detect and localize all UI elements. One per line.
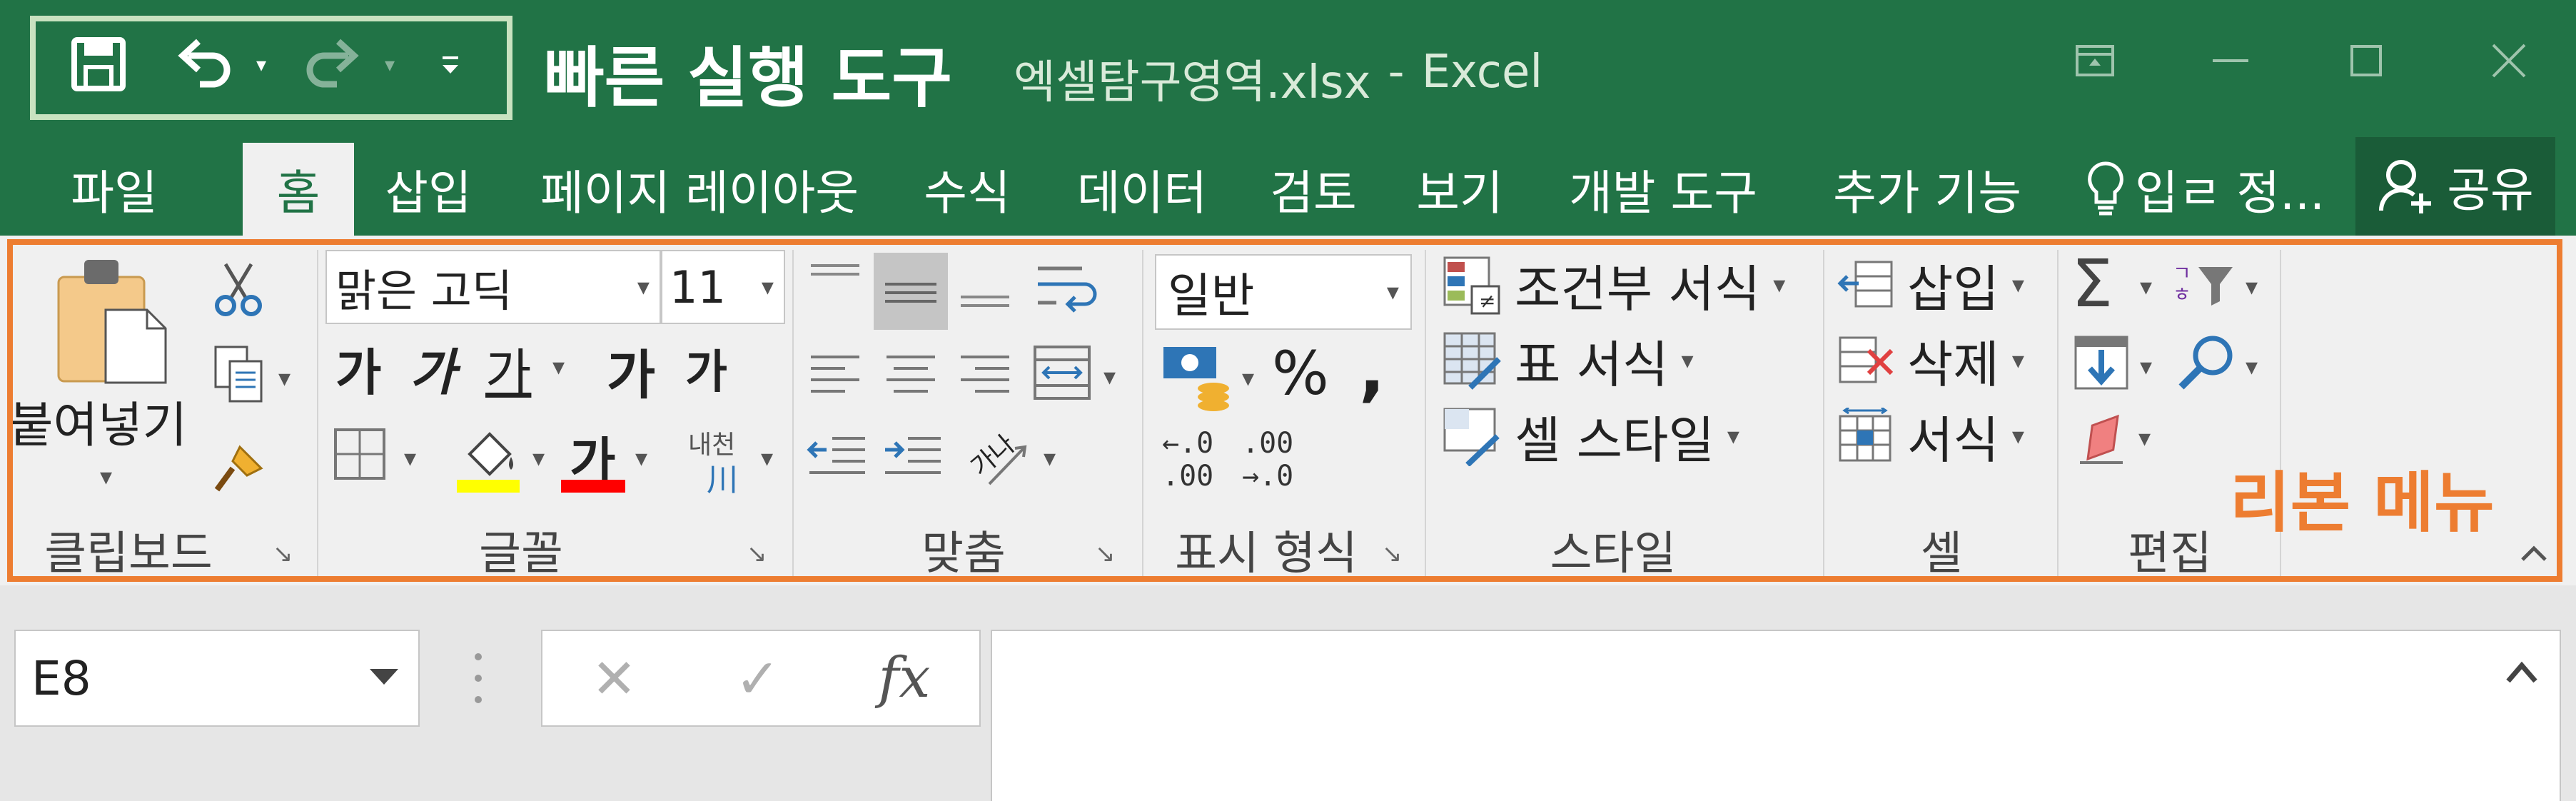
qat-callout-label: 빠른 실행 도구 [544,40,952,116]
redo-icon [297,29,368,100]
tab-review[interactable]: 검토 [1249,143,1378,236]
tell-me-text: 입ㄹ 정... [2134,166,2325,221]
file-name: 엑셀탐구영역.xlsx [1014,56,1371,109]
enter-check-icon[interactable]: ✓ [735,647,781,710]
close-window-icon[interactable] [2470,29,2548,93]
tab-insert[interactable]: 삽입 [371,143,485,236]
tab-data[interactable]: 데이터 [1056,143,1228,236]
tab-developer[interactable]: 개발 도구 [1549,143,1777,236]
cancel-entry-icon[interactable]: ✕ [592,647,637,710]
tab-file[interactable]: 파일 [43,143,186,236]
ribbon-display-options-icon[interactable] [2056,29,2134,93]
tab-page-layout[interactable]: 페이지 레이아웃 [514,143,885,236]
save-icon[interactable] [63,29,134,100]
app-name: Excel [1421,46,1543,99]
person-add-icon [2379,160,2432,213]
redo-dropdown-icon: ▾ [384,52,395,76]
tab-home[interactable]: 홈 [243,143,354,236]
tell-me-search[interactable]: 입ㄹ 정... [2070,143,2341,236]
formula-buttons: ✕ ✓ fx [541,630,981,727]
collapse-formula-bar-icon[interactable] [2504,660,2540,688]
maximize-icon[interactable] [2327,29,2405,93]
title-separator: - [1388,46,1405,99]
ribbon-highlight-box [7,239,2562,582]
undo-icon[interactable] [168,29,240,100]
name-box-value: E8 [31,650,91,706]
undo-dropdown-icon[interactable]: ▾ [247,43,276,86]
formula-bar-grip-icon[interactable] [471,643,485,714]
tab-view[interactable]: 보기 [1399,143,1520,236]
tab-add-ins[interactable]: 추가 기능 [1813,143,2041,236]
customize-qat-icon[interactable] [433,40,468,90]
lightbulb-icon [2088,161,2123,216]
share-label: 공유 [2447,163,2534,218]
tab-formulas[interactable]: 수식 [906,143,1028,236]
share-button[interactable]: 공유 [2355,137,2555,236]
window-title: 엑셀탐구영역.xlsx - Excel [1014,46,1542,111]
chevron-down-icon [368,668,400,689]
insert-function-button[interactable]: fx [879,646,931,710]
formula-input[interactable] [991,630,2561,801]
minimize-icon[interactable] [2191,29,2270,93]
name-box[interactable]: E8 [14,630,420,727]
